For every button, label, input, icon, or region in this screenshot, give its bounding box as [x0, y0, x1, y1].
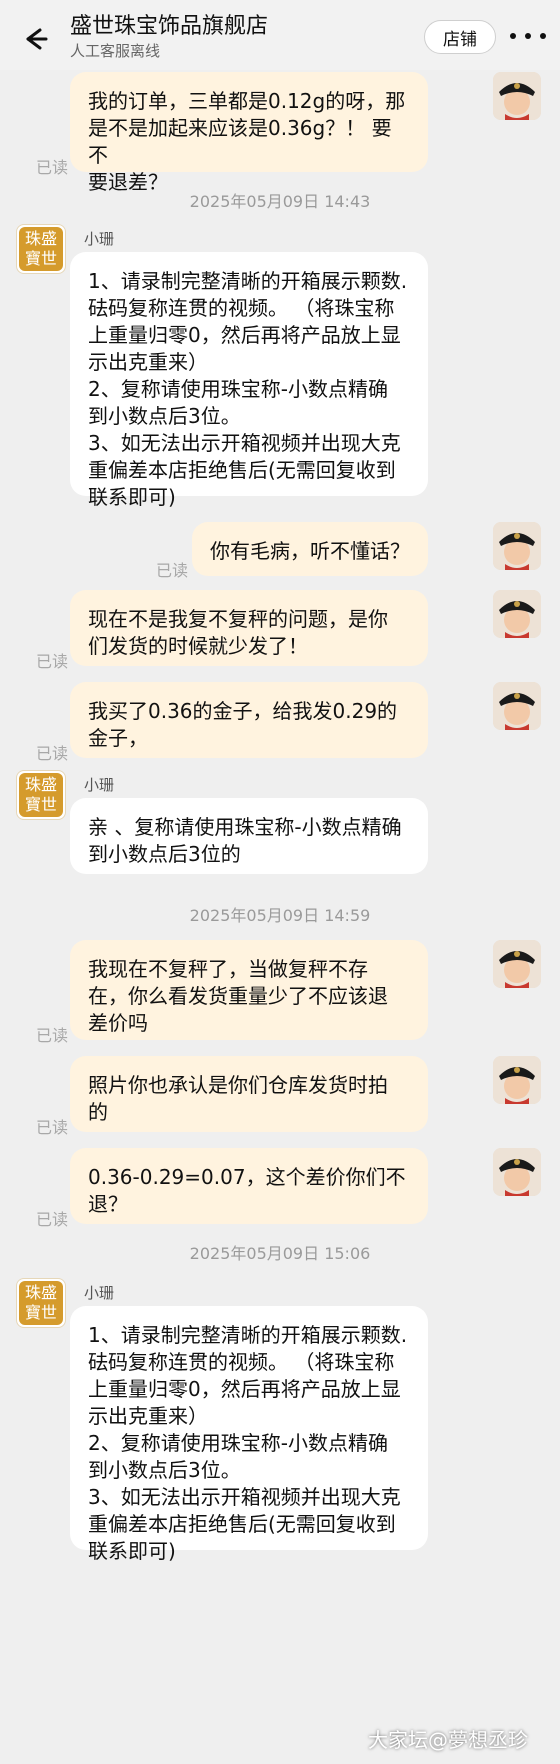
outgoing-message[interactable]: 照片你也承认是你们仓库发货时拍 的: [70, 1056, 428, 1132]
shop-title: 盛世珠宝饰品旗舰店: [70, 14, 269, 39]
service-status: 人工客服离线: [70, 42, 161, 60]
read-receipt: 已读: [156, 561, 189, 580]
user-avatar[interactable]: [493, 522, 541, 570]
shop-logo: 珠盛寶世: [19, 1281, 63, 1325]
incoming-message[interactable]: 亲 、复称请使用珠宝称-小数点精确 到小数点后3位的: [70, 798, 428, 874]
user-avatar-image: [493, 682, 541, 730]
store-button[interactable]: 店铺: [424, 20, 496, 54]
user-avatar-image: [493, 522, 541, 570]
user-avatar[interactable]: [493, 1148, 541, 1196]
shop-logo: 珠盛寶世: [19, 227, 63, 271]
watermark: 大家坛@夢想丞珍: [368, 1728, 528, 1752]
shop-logo: 珠盛寶世: [19, 773, 63, 817]
timestamp: 2025年05月09日 14:59: [189, 906, 371, 925]
user-avatar[interactable]: [493, 72, 541, 120]
read-receipt: 已读: [36, 652, 69, 671]
outgoing-message[interactable]: 你有毛病，听不懂话？: [192, 522, 428, 576]
read-receipt: 已读: [36, 158, 69, 177]
user-avatar[interactable]: [493, 1056, 541, 1104]
sender-name: 小珊: [84, 230, 115, 248]
user-avatar[interactable]: [493, 590, 541, 638]
user-avatar[interactable]: [493, 682, 541, 730]
user-avatar-image: [493, 1148, 541, 1196]
sender-name: 小珊: [84, 1284, 115, 1302]
user-avatar-image: [493, 940, 541, 988]
more-menu-icon[interactable]: [510, 24, 546, 48]
timestamp: 2025年05月09日 14:43: [189, 192, 371, 211]
user-avatar-image: [493, 1056, 541, 1104]
user-avatar-image: [493, 590, 541, 638]
outgoing-message[interactable]: 我的订单，三单都是0.12g的呀，那 是不是加起来应该是0.36g？！ 要不 要…: [70, 72, 428, 194]
timestamp: 2025年05月09日 15:06: [189, 1244, 371, 1263]
back-arrow-icon[interactable]: [18, 22, 52, 56]
read-receipt: 已读: [36, 1118, 69, 1137]
shop-avatar[interactable]: 珠盛寶世: [16, 224, 66, 274]
user-avatar-image: [493, 72, 541, 120]
read-receipt: 已读: [36, 1026, 69, 1045]
read-receipt: 已读: [36, 1210, 69, 1229]
sender-name: 小珊: [84, 776, 115, 794]
outgoing-message[interactable]: 0.36-0.29=0.07，这个差价你们不 退？: [70, 1148, 428, 1224]
chat-header: 盛世珠宝饰品旗舰店 人工客服离线 店铺: [0, 0, 560, 70]
outgoing-message[interactable]: 我现在不复秤了，当做复秤不存 在，你么看发货重量少了不应该退 差价吗: [70, 940, 428, 1040]
read-receipt: 已读: [36, 744, 69, 763]
shop-avatar[interactable]: 珠盛寶世: [16, 1278, 66, 1328]
user-avatar[interactable]: [493, 940, 541, 988]
outgoing-message[interactable]: 我买了0.36的金子，给我发0.29的 金子，: [70, 682, 428, 758]
incoming-message[interactable]: 1、请录制完整清晰的开箱展示颗数. 砝码复称连贯的视频。 （将珠宝称 上重量归零…: [70, 1306, 428, 1563]
shop-avatar[interactable]: 珠盛寶世: [16, 770, 66, 820]
outgoing-message[interactable]: 现在不是我复不复秤的问题，是你 们发货的时候就少发了！: [70, 590, 428, 666]
incoming-message[interactable]: 1、请录制完整清晰的开箱展示颗数. 砝码复称连贯的视频。 （将珠宝称 上重量归零…: [70, 252, 428, 509]
